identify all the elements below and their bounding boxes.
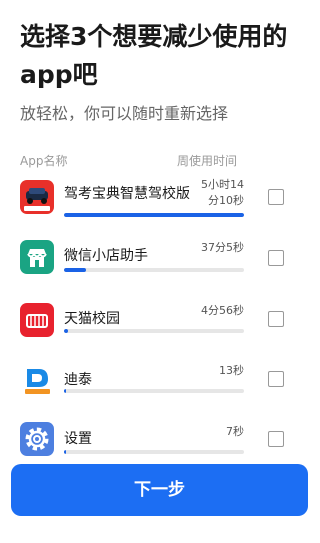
usage-bar <box>64 450 244 454</box>
app-time: 4分56秒 <box>201 304 244 317</box>
column-header-weekly-time: 周使用时间 <box>177 154 238 168</box>
usage-bar <box>64 213 244 217</box>
app-checkbox[interactable] <box>268 311 284 327</box>
app-row[interactable]: 微信小店助手 37分5秒 <box>0 240 319 292</box>
usage-bar-fill <box>64 268 86 272</box>
usage-bar-fill <box>64 450 66 454</box>
app-row[interactable]: 驾考宝典智慧驾校版 5小时14 分10秒 <box>0 178 319 232</box>
app-row[interactable]: 迪泰 13秒 <box>0 363 319 415</box>
app-time: 5小时14 分10秒 <box>201 178 244 207</box>
app-row[interactable]: 天猫校园 4分56秒 <box>0 303 319 355</box>
usage-bar-fill <box>64 213 244 217</box>
app-name: 天猫校园 <box>64 311 120 327</box>
app-checkbox[interactable] <box>268 189 284 205</box>
app-name: 设置 <box>64 431 92 447</box>
app-time: 13秒 <box>219 364 244 377</box>
settings-gear-icon <box>20 422 54 456</box>
car-driving-app-icon <box>20 180 54 214</box>
app-checkbox[interactable] <box>268 371 284 387</box>
page-title: 选择3个想要减少使用的app吧 <box>20 22 288 89</box>
app-name: 驾考宝典智慧驾校版 <box>64 186 190 202</box>
usage-bar <box>64 329 244 333</box>
wechat-store-icon <box>20 240 54 274</box>
tmall-campus-icon <box>20 303 54 337</box>
next-button[interactable]: 下一步 <box>11 464 308 516</box>
page-subtitle: 放轻松，你可以随时重新选择 <box>20 104 229 123</box>
app-selection-page: 选择3个想要减少使用的app吧 放轻松，你可以随时重新选择 App名称 周使用时… <box>0 0 319 543</box>
app-checkbox[interactable] <box>268 431 284 447</box>
usage-bar <box>64 389 244 393</box>
column-header-app-name: App名称 <box>20 154 68 168</box>
ditai-app-icon <box>20 363 54 397</box>
usage-bar-fill <box>64 329 68 333</box>
app-time: 37分5秒 <box>201 241 244 254</box>
app-name: 迪泰 <box>64 372 92 388</box>
app-checkbox[interactable] <box>268 250 284 266</box>
app-time: 7秒 <box>226 425 244 438</box>
app-name: 微信小店助手 <box>64 248 148 264</box>
usage-bar-fill <box>64 389 66 393</box>
usage-bar <box>64 268 244 272</box>
